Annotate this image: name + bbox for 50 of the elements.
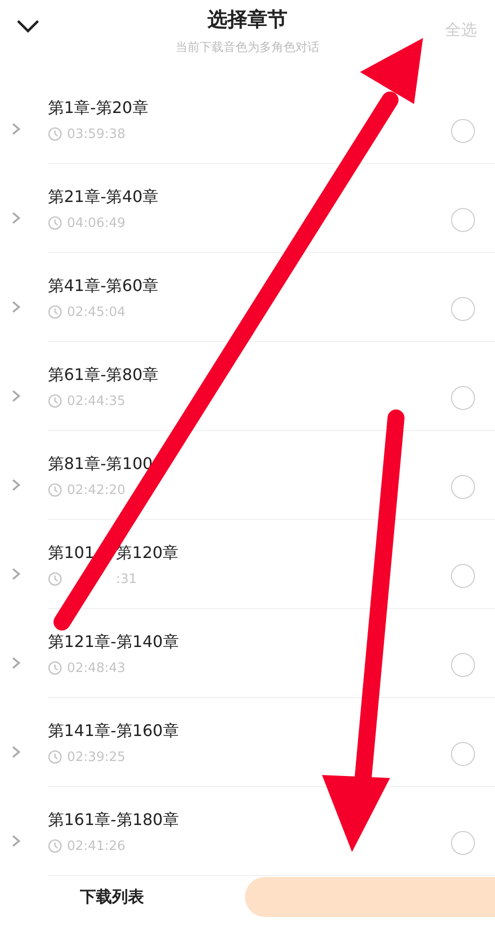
clock-icon xyxy=(48,127,62,141)
chapter-duration: 02:45:04 xyxy=(67,304,126,320)
chevron-icon[interactable] xyxy=(10,654,22,670)
clock-icon xyxy=(48,305,62,319)
select-radio[interactable] xyxy=(451,830,475,854)
chapter-duration: 02:39:25 xyxy=(67,750,126,764)
chapter-title: 第41章-第60章 xyxy=(48,276,160,296)
chapter-duration: 02:42:20 xyxy=(67,482,126,498)
clock-icon xyxy=(48,394,62,408)
page-subtitle: 当前下载音色为多角色对话 xyxy=(176,39,320,56)
chevron-icon[interactable] xyxy=(10,210,22,226)
chapter-duration: 02:48:43 xyxy=(67,660,126,676)
chevron-icon[interactable] xyxy=(10,476,22,492)
collapse-icon[interactable] xyxy=(16,18,40,34)
chapter-title: 第120章 xyxy=(116,542,179,562)
clock-icon xyxy=(48,483,62,497)
chapter-title: 第141章-第160章 xyxy=(48,720,180,742)
clock-icon xyxy=(48,572,62,586)
chevron-icon[interactable] xyxy=(10,120,22,136)
select-radio[interactable] xyxy=(451,386,475,410)
chapter-title: 第121章-第140章 xyxy=(48,632,180,652)
chapter-title: 第81章-第100 xyxy=(48,454,154,474)
select-radio[interactable] xyxy=(451,296,475,320)
clock-icon xyxy=(48,750,62,764)
chapter-duration: 02:44:35 xyxy=(67,394,126,408)
chevron-icon[interactable] xyxy=(10,298,22,314)
select-radio[interactable] xyxy=(451,118,475,142)
select-radio[interactable] xyxy=(451,742,475,766)
clock-icon xyxy=(48,216,62,230)
chevron-icon[interactable] xyxy=(10,388,22,404)
select-radio[interactable] xyxy=(451,208,475,232)
chapter-duration: 02:41:26 xyxy=(67,838,126,854)
clock-icon xyxy=(48,839,62,853)
chapter-duration: 03:59:38 xyxy=(67,126,126,142)
page-title: 选择章节 xyxy=(208,6,288,33)
chapter-title: 第61章-第80章 xyxy=(48,364,160,386)
chapter-duration: :31 xyxy=(116,572,137,586)
chapter-title: 第1章-第20章 xyxy=(48,98,150,118)
chevron-icon[interactable] xyxy=(10,566,22,582)
chevron-icon[interactable] xyxy=(10,832,22,848)
chapter-title: 第21章-第40章 xyxy=(48,186,160,208)
select-radio[interactable] xyxy=(451,652,475,676)
select-radio[interactable] xyxy=(451,474,475,498)
chapter-duration: 04:06:49 xyxy=(67,216,126,230)
chapter-title: 第161章-第180章 xyxy=(48,810,180,830)
select-radio[interactable] xyxy=(451,564,475,588)
chevron-icon[interactable] xyxy=(10,744,22,760)
chapter-title: 第101 xyxy=(48,542,95,562)
clock-icon xyxy=(48,661,62,675)
download-list-link[interactable]: 下载列表 xyxy=(80,886,245,908)
